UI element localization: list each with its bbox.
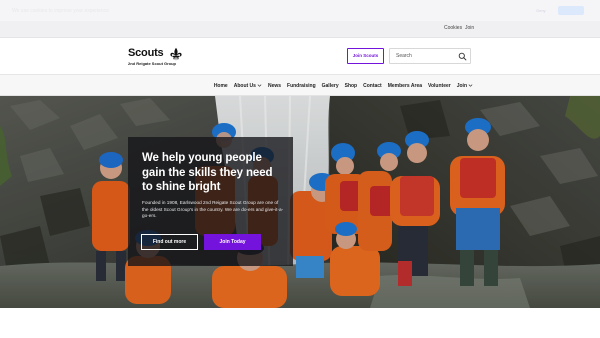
site-header: Scouts 2nd Reigate Scout Group Join Scou…	[0, 38, 600, 75]
util-link-cookies[interactable]: Cookies	[444, 25, 462, 31]
nav-item-label: About Us	[233, 82, 256, 89]
nav-item-label: Contact	[363, 82, 382, 89]
main-nav: Home About Us News Fundraising Gallery S…	[0, 75, 600, 96]
page-content-area	[0, 308, 600, 338]
hero-photo-waterfall-group	[0, 96, 600, 308]
site-logo[interactable]: Scouts 2nd Reigate Scout Group	[128, 47, 188, 69]
logo-wordmark: Scouts	[128, 47, 164, 59]
nav-item-home[interactable]: Home	[214, 83, 228, 89]
nav-item-fundraising[interactable]: Fundraising	[287, 83, 316, 89]
util-link-join[interactable]: Join	[465, 25, 474, 31]
hero-title: We help young people gain the skills the…	[142, 152, 273, 193]
cookie-notice-bar: We use cookies to improve your experienc…	[0, 0, 600, 21]
nav-item-about-us[interactable]: About Us	[234, 83, 262, 89]
nav-item-label: Shop	[344, 82, 358, 89]
nav-item-label: Join	[456, 82, 467, 89]
nav-list: Home About Us News Fundraising Gallery S…	[214, 75, 473, 96]
chevron-down-icon	[257, 84, 262, 87]
find-out-more-button[interactable]: Find out more	[141, 234, 198, 250]
hero-overlay-card: We help young people gain the skills the…	[128, 137, 293, 266]
logo-group-name: 2nd Reigate Scout Group	[128, 61, 177, 66]
nav-item-label: Home	[213, 82, 228, 89]
utility-bar: Cookies Join	[0, 21, 600, 38]
nav-item-contact[interactable]: Contact	[363, 83, 382, 89]
nav-item-label: Members Area	[387, 82, 423, 89]
hero-description: Founded in 1908, Earlswood 2nd Reigate S…	[142, 200, 284, 219]
nav-item-volunteer[interactable]: Volunteer	[428, 83, 451, 89]
cookie-accept-button[interactable]	[558, 6, 584, 15]
nav-item-label: Volunteer	[428, 82, 451, 89]
cookie-notice-text: We use cookies to improve your experienc…	[12, 7, 109, 14]
nav-item-join[interactable]: Join	[457, 83, 473, 89]
nav-item-label: Gallery	[321, 82, 339, 89]
nav-item-shop[interactable]: Shop	[345, 83, 358, 89]
hero-section: We help young people gain the skills the…	[0, 96, 600, 308]
search-input[interactable]	[396, 49, 456, 63]
search-icon[interactable]	[458, 52, 467, 61]
nav-item-gallery[interactable]: Gallery	[322, 83, 339, 89]
nav-item-news[interactable]: News	[268, 83, 281, 89]
nav-item-members-area[interactable]: Members Area	[388, 83, 422, 89]
join-scouts-button[interactable]: Join Scouts	[347, 48, 384, 64]
chevron-down-icon	[468, 84, 473, 87]
search-box	[389, 48, 471, 64]
cookie-deny-button[interactable]: Deny	[530, 6, 552, 15]
join-today-button[interactable]: Join Today	[204, 234, 261, 250]
nav-item-label: News	[267, 82, 282, 89]
nav-item-label: Fundraising	[287, 82, 316, 89]
